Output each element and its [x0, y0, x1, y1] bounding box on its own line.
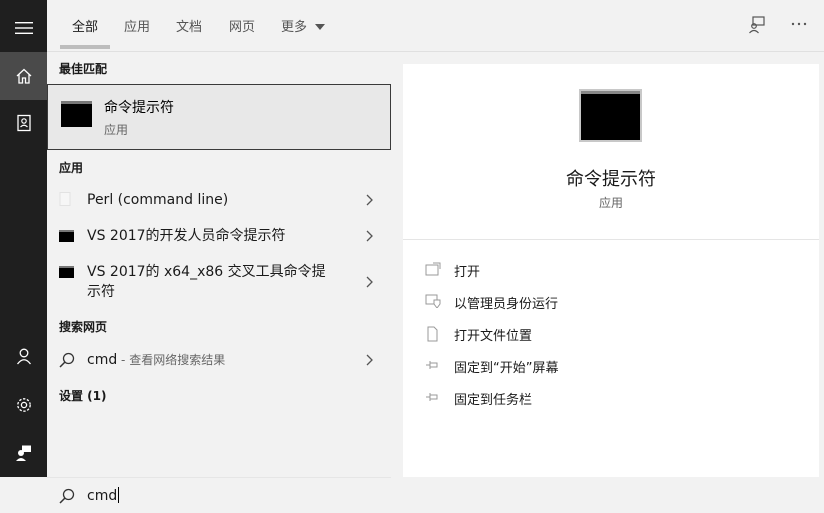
feedback-person-icon: [15, 445, 31, 461]
feedback-icon[interactable]: [748, 16, 766, 34]
chevron-right-icon[interactable]: [366, 276, 373, 288]
pin-icon: [426, 393, 438, 401]
more-options-icon[interactable]: [791, 22, 807, 26]
list-item-label: Perl (command line): [87, 192, 229, 208]
settings-button[interactable]: [0, 381, 47, 429]
list-item-label: VS 2017的 x64_x86 交叉工具命令提 示符: [87, 262, 326, 302]
preview-title: 命令提示符: [566, 169, 656, 190]
chevron-right-icon[interactable]: [366, 354, 373, 366]
hamburger-icon: [14, 22, 33, 34]
list-item-vs-dev-prompt[interactable]: VS 2017的开发人员命令提示符: [47, 224, 391, 248]
list-item-perl[interactable]: Perl (command line): [47, 188, 391, 212]
tab-more-label: 更多: [281, 20, 308, 35]
console-icon: [59, 266, 74, 278]
section-web: 搜索网页: [59, 320, 108, 334]
label-line-1: VS 2017的 x64_x86 交叉工具命令提: [87, 264, 326, 280]
action-label: 固定到任务栏: [454, 393, 533, 408]
search-box[interactable]: cmd: [47, 477, 391, 513]
section-settings[interactable]: 设置 (1): [59, 387, 107, 404]
preview-header: 命令提示符 应用: [403, 64, 819, 240]
section-best-match: 最佳匹配: [59, 62, 108, 76]
menu-button[interactable]: [0, 4, 47, 52]
feedback-button[interactable]: [0, 429, 47, 477]
home-icon: [16, 68, 31, 84]
shield-run-icon: [425, 294, 441, 308]
search-input[interactable]: cmd: [87, 487, 120, 504]
person-icon: [16, 348, 31, 365]
action-label: 打开: [454, 265, 481, 280]
account-button[interactable]: [0, 332, 47, 380]
action-label: 打开文件位置: [454, 329, 533, 344]
cmd-large-icon: [579, 89, 642, 142]
cmd-app-icon: [61, 101, 92, 127]
chevron-right-icon[interactable]: [366, 230, 373, 242]
tab-web[interactable]: 网页: [229, 16, 255, 35]
file-location-icon: [427, 326, 438, 342]
section-apps: 应用: [59, 161, 84, 175]
search-input-value: cmd: [87, 488, 118, 504]
best-match-item[interactable]: 命令提示符 应用: [47, 84, 391, 150]
tab-all[interactable]: 全部: [72, 16, 98, 35]
preview-kind: 应用: [598, 196, 623, 210]
home-button[interactable]: [0, 52, 47, 100]
gear-icon: [16, 398, 31, 412]
notebook-icon: [16, 114, 31, 132]
list-item-label: VS 2017的开发人员命令提示符: [87, 228, 286, 244]
list-item-web-search[interactable]: cmd - 查看网络搜索结果: [47, 348, 391, 372]
open-icon: [425, 262, 441, 276]
console-icon: [59, 230, 74, 242]
filter-bar: 全部 应用 文档 网页 更多: [47, 0, 824, 52]
tab-apps[interactable]: 应用: [124, 16, 150, 35]
tab-documents[interactable]: 文档: [176, 16, 202, 35]
results-list: 最佳匹配 命令提示符 应用 应用 Perl (command line) VS …: [47, 52, 391, 477]
action-label: 以管理员身份运行: [454, 297, 559, 312]
web-result-text: cmd - 查看网络搜索结果: [87, 350, 225, 370]
best-match-kind: 应用: [104, 123, 129, 137]
active-tab-indicator: [60, 45, 110, 49]
notebook-button[interactable]: [0, 99, 47, 147]
chevron-right-icon[interactable]: [366, 194, 373, 206]
text-caret: [118, 487, 120, 503]
left-rail: [0, 0, 47, 477]
tab-more[interactable]: 更多: [281, 16, 326, 35]
list-item-vs-cross-prompt[interactable]: VS 2017的 x64_x86 交叉工具命令提 示符: [47, 260, 391, 304]
web-hint: - 查看网络搜索结果: [117, 353, 226, 367]
action-label: 固定到“开始”屏幕: [454, 361, 559, 376]
file-icon: [59, 192, 71, 206]
preview-panel: 命令提示符 应用 打开 以管理员身份运行 打开文件位置 固定到“开始”屏幕 固定…: [403, 64, 819, 477]
search-icon: [59, 488, 75, 504]
pin-icon: [426, 361, 438, 369]
label-line-2: 示符: [87, 284, 115, 300]
best-match-name: 命令提示符: [104, 100, 174, 116]
web-query: cmd: [87, 352, 118, 368]
caret-down-icon: [315, 24, 326, 30]
search-icon: [59, 352, 75, 368]
